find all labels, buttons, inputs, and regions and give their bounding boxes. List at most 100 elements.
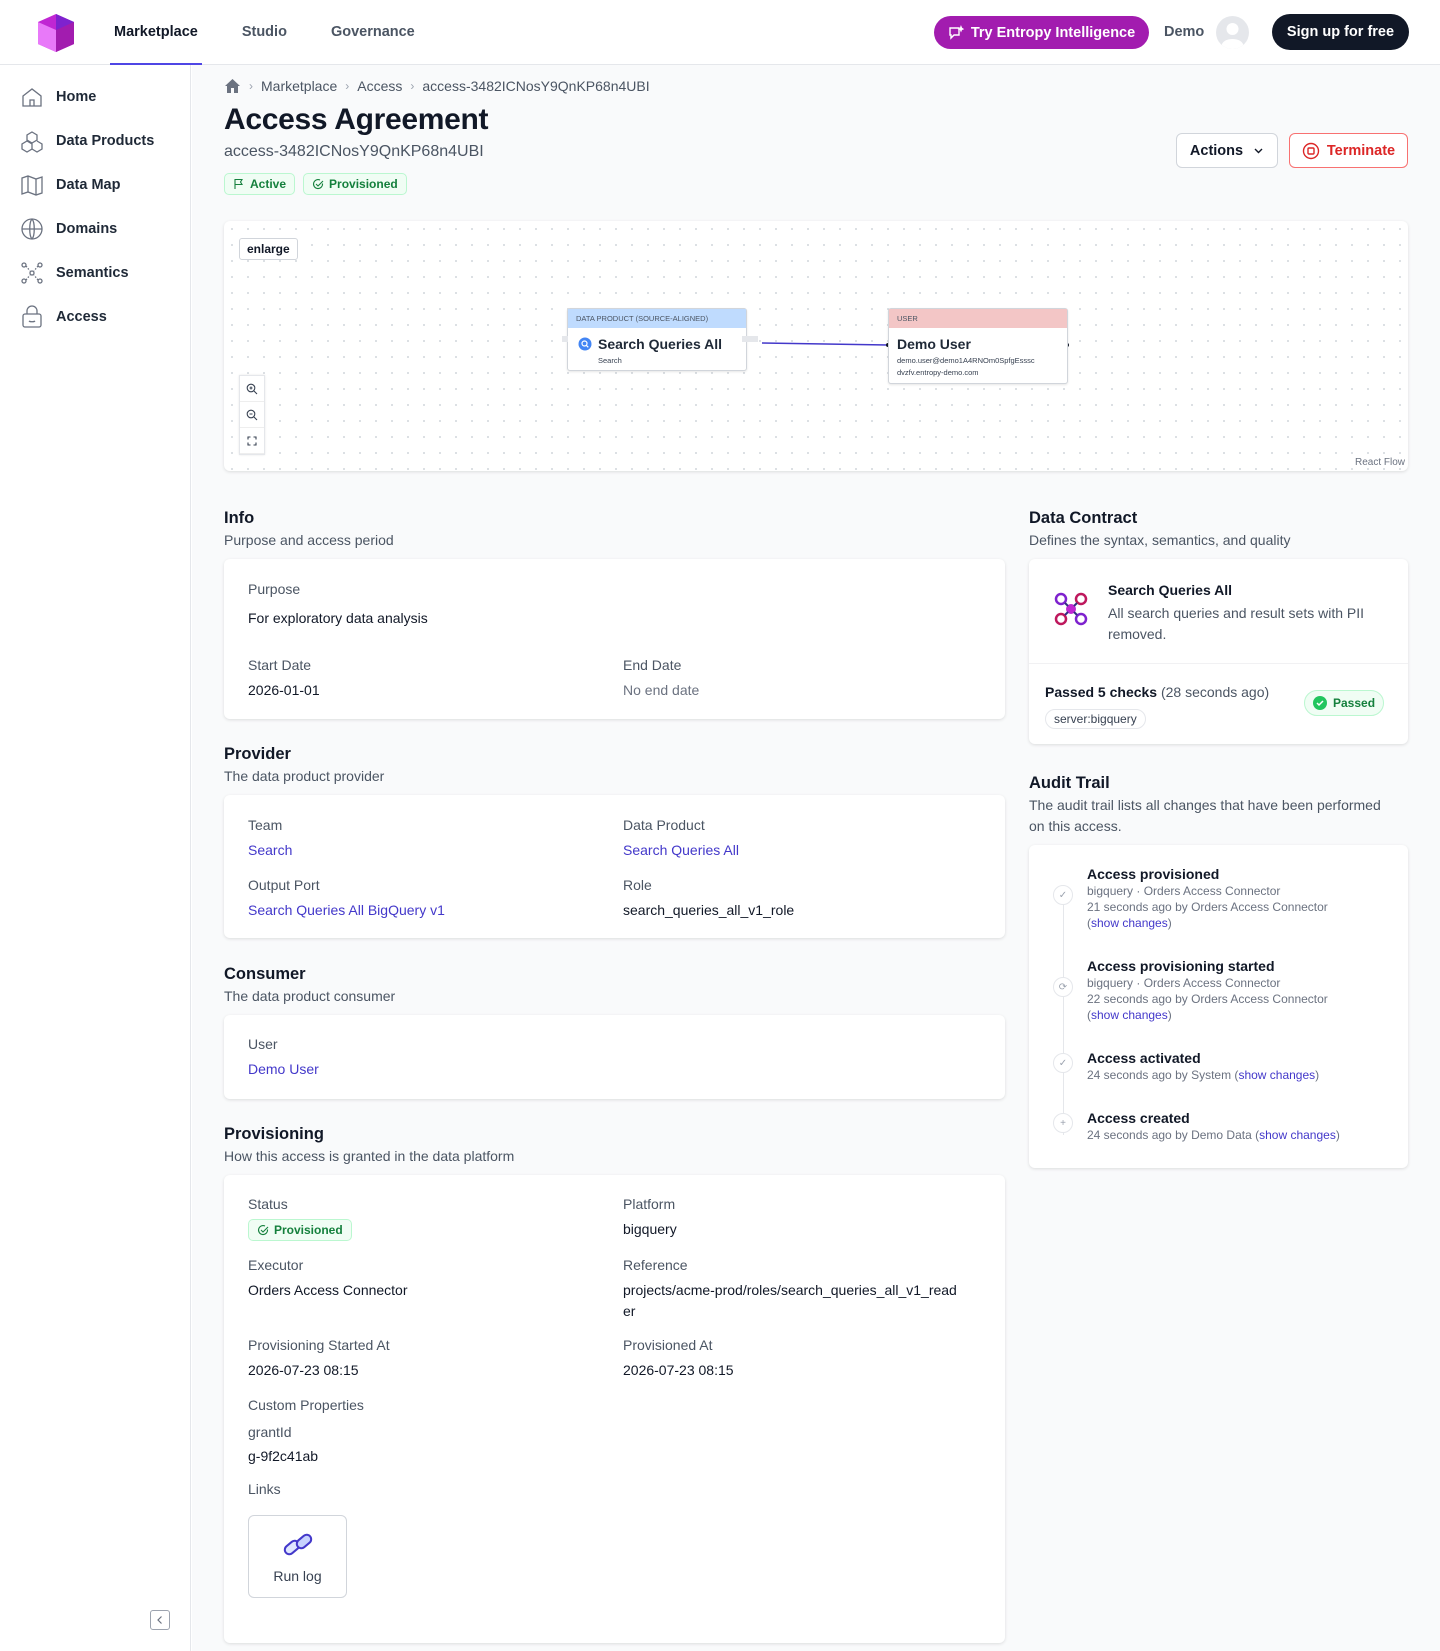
start-date-value: 2026-01-01 <box>248 682 320 698</box>
show-changes-wrap: (show changes) <box>1087 1008 1172 1022</box>
home-icon[interactable] <box>224 78 241 94</box>
executor-value: Orders Access Connector <box>248 1282 408 1298</box>
user-label: User <box>248 1036 278 1052</box>
consumer-desc: The data product consumer <box>224 988 396 1004</box>
provider-desc: The data product provider <box>224 768 385 784</box>
purpose-value: For exploratory data analysis <box>248 610 428 626</box>
audit-title: Audit Trail <box>1029 774 1110 792</box>
stop-circle-icon <box>1302 142 1320 159</box>
executor-label: Executor <box>248 1257 304 1273</box>
reference-value-cont: er <box>623 1303 636 1319</box>
check-circle-icon: ✓ <box>1053 1053 1073 1073</box>
breadcrumb-marketplace[interactable]: Marketplace <box>261 78 337 94</box>
try-ai-button[interactable]: Try Entropy Intelligence <box>934 16 1149 49</box>
run-log-label: Run log <box>273 1567 322 1584</box>
terminate-button[interactable]: Terminate <box>1289 133 1408 168</box>
show-changes-link[interactable]: show changes <box>1238 1068 1315 1082</box>
contract-card[interactable]: Search Queries All All search queries an… <box>1029 559 1408 744</box>
audit-desc: The audit trail lists all changes that h… <box>1029 797 1381 813</box>
signup-button[interactable]: Sign up for free <box>1272 14 1409 50</box>
top-bar: Marketplace Studio Governance Try Entrop… <box>0 0 1440 65</box>
provisioning-title: Provisioning <box>224 1125 324 1143</box>
avatar[interactable] <box>1216 16 1249 49</box>
contract-name: Search Queries All <box>1108 582 1232 598</box>
show-changes-wrap: (show changes) <box>1087 916 1172 930</box>
checks-time: (28 seconds ago) <box>1160 684 1270 700</box>
chevron-right-icon: › <box>345 79 350 93</box>
actions-dropdown[interactable]: Actions <box>1176 133 1278 168</box>
platform-label: Platform <box>623 1196 676 1212</box>
audit-entry-meta: bigquery · Orders Access Connector <box>1087 884 1281 898</box>
show-changes-link[interactable]: show changes <box>1091 1008 1168 1022</box>
audit-entry-by: 24 seconds ago by System <box>1087 1068 1232 1082</box>
team-label: Team <box>248 817 283 833</box>
audit-entry-meta: bigquery · Orders Access Connector <box>1087 976 1281 990</box>
contract-title: Data Contract <box>1029 509 1138 527</box>
run-log-link[interactable]: Run log <box>248 1515 347 1598</box>
fit-view-button[interactable] <box>240 428 264 454</box>
info-desc: Purpose and access period <box>224 532 394 548</box>
status-badge-active: Active <box>224 173 296 195</box>
show-changes-link[interactable]: show changes <box>1259 1128 1336 1142</box>
sidebar-item-data-map[interactable]: Data Map <box>20 170 120 200</box>
flag-icon <box>234 178 243 189</box>
checks-summary: Passed 5 checks (28 seconds ago) <box>1045 684 1269 700</box>
audit-entry-by-line: 24 seconds ago by Demo Data (show change… <box>1087 1128 1340 1142</box>
contract-icon <box>1054 592 1088 626</box>
custom-property-key: grantId <box>248 1424 292 1440</box>
access-flow-diagram[interactable]: enlarge Data Product (Source-aligned) Se… <box>224 221 1408 471</box>
nav-governance[interactable]: Governance <box>327 0 419 65</box>
react-flow-attribution[interactable]: React Flow <box>1355 457 1405 468</box>
chevron-down-icon <box>1254 148 1263 154</box>
breadcrumb-access[interactable]: Access <box>357 78 402 94</box>
team-link[interactable]: Search <box>248 840 292 861</box>
check-circle-icon <box>258 1225 269 1236</box>
platform-value: bigquery <box>623 1221 677 1237</box>
server-tag: server:bigquery <box>1045 709 1146 729</box>
terminate-label: Terminate <box>1326 142 1396 159</box>
badge-label: Passed <box>1333 696 1376 710</box>
sidebar-item-access[interactable]: Access <box>20 302 107 332</box>
zoom-out-button[interactable] <box>240 402 264 428</box>
checks-count: Passed 5 checks <box>1045 684 1158 700</box>
provisioning-card: Status Provisioned Platform bigquery Exe… <box>224 1175 1005 1643</box>
access-icon <box>22 305 42 328</box>
audit-entry-by: 22 seconds ago by Orders Access Connecto… <box>1087 992 1328 1006</box>
checks-passed-badge: Passed <box>1304 690 1385 716</box>
consumer-user-link[interactable]: Demo User <box>248 1059 319 1080</box>
badge-label: Provisioned <box>274 1223 343 1237</box>
collapse-sidebar-button[interactable] <box>150 1610 170 1630</box>
show-changes-link[interactable]: show changes <box>1091 916 1168 930</box>
zoom-in-icon <box>246 383 258 394</box>
divider <box>1029 663 1408 664</box>
provisioned-at-value: 2026-07-23 08:15 <box>623 1362 734 1378</box>
map-icon <box>21 175 43 196</box>
zoom-in-button[interactable] <box>240 376 264 402</box>
audit-entry-title: Access created <box>1087 1110 1190 1126</box>
audit-entry-title: Access provisioned <box>1087 866 1220 882</box>
consumer-card: User Demo User <box>224 1015 1005 1099</box>
user-name: Demo <box>1164 24 1205 40</box>
data-product-link[interactable]: Search Queries All <box>623 840 739 861</box>
flow-node-user[interactable]: User Demo User demo.user@demo1A4RNOm0Spf… <box>888 308 1068 384</box>
info-card: Purpose For exploratory data analysis St… <box>224 559 1005 719</box>
sidebar-item-home[interactable]: Home <box>20 82 96 112</box>
start-date-label: Start Date <box>248 657 312 673</box>
sidebar-item-data-products[interactable]: Data Products <box>20 126 154 156</box>
output-port-link[interactable]: Search Queries All BigQuery v1 <box>248 900 445 921</box>
nav-studio[interactable]: Studio <box>238 0 291 65</box>
page-subtitle: access-3482ICNosY9QnKP68n4UBI <box>224 143 484 160</box>
node-type: User <box>889 309 1067 328</box>
sidebar-item-semantics[interactable]: Semantics <box>20 258 129 288</box>
fit-view-icon <box>247 435 257 446</box>
check-circle-icon: ✓ <box>1053 885 1073 905</box>
flow-edge <box>562 336 1069 347</box>
cubes-icon <box>21 131 43 153</box>
sidebar-item-domains[interactable]: Domains <box>20 214 117 244</box>
sidebar-item-label: Data Map <box>56 177 121 193</box>
entropy-logo[interactable] <box>34 10 76 54</box>
sidebar-item-label: Data Products <box>56 133 155 149</box>
audit-entry-title: Access activated <box>1087 1050 1201 1066</box>
consumer-title: Consumer <box>224 965 306 983</box>
nav-marketplace[interactable]: Marketplace <box>110 0 202 65</box>
